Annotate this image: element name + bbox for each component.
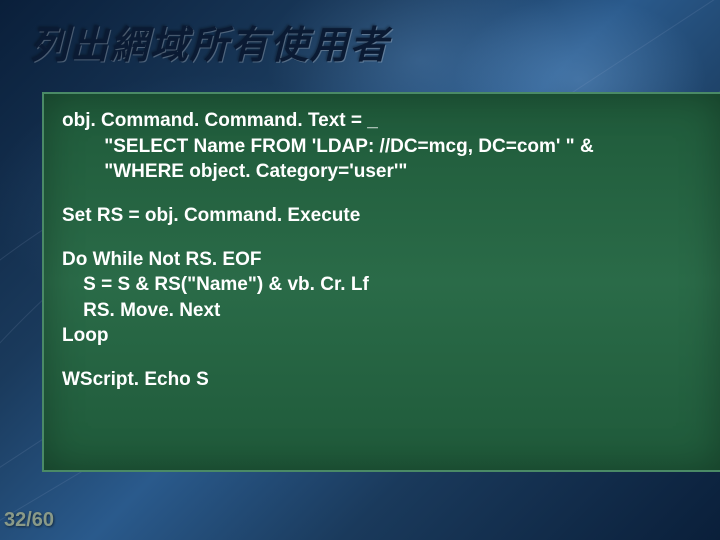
code-line: obj. Command. Command. Text = _ [62,110,378,131]
code-line: S = S & RS("Name") & vb. Cr. Lf [62,274,369,295]
code-block: obj. Command. Command. Text = _ "SELECT … [42,92,720,472]
page-number: 32/60 [4,509,54,532]
slide-title: 列出網域所有使用者 [30,14,390,69]
code-line: Loop [62,325,108,346]
code-line: Set RS = obj. Command. Execute [62,205,360,226]
code-line: RS. Move. Next [62,300,220,321]
code-line: WScript. Echo S [62,369,209,390]
code-line: Do While Not RS. EOF [62,249,262,270]
code-line: "WHERE object. Category='user'" [62,161,407,182]
code-line: "SELECT Name FROM 'LDAP: //DC=mcg, DC=co… [62,136,594,157]
